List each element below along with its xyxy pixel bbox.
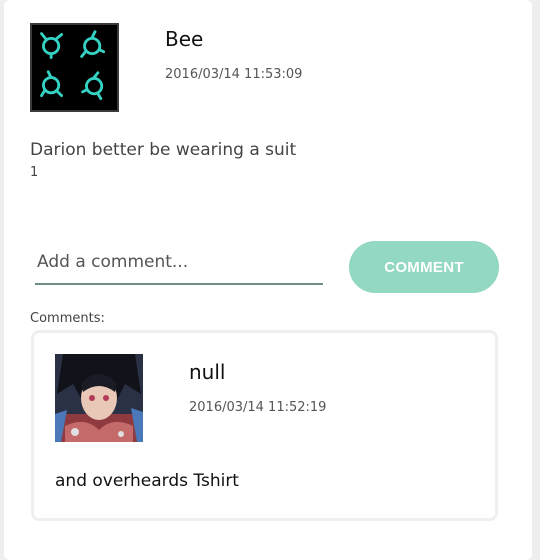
post-author: Bee	[165, 27, 204, 51]
comment-author: null	[189, 360, 226, 384]
comment-timestamp: 2016/03/14 11:52:19	[189, 400, 327, 415]
comment-card: null 2016/03/14 11:52:19 and overheards …	[31, 330, 498, 521]
post-card: Bee 2016/03/14 11:53:09 Darion better be…	[4, 0, 532, 560]
post-count: 1	[30, 165, 39, 180]
comment-input[interactable]	[35, 245, 323, 285]
comment-text: and overheards Tshirt	[55, 471, 239, 491]
comment-button[interactable]: COMMENT	[349, 241, 499, 293]
post-timestamp: 2016/03/14 11:53:09	[165, 67, 303, 82]
anime-character-avatar-icon	[55, 354, 143, 442]
teal-symbols-avatar-icon	[30, 23, 119, 112]
post-text: Darion better be wearing a suit	[30, 140, 297, 160]
comments-label: Comments:	[30, 311, 105, 326]
